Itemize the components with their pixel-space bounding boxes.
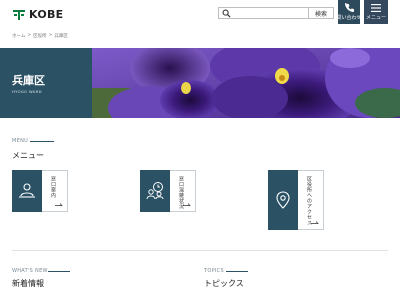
search-button[interactable]: 検索 bbox=[308, 7, 334, 19]
arrow-right-icon bbox=[55, 203, 63, 206]
arrow-right-icon bbox=[311, 221, 319, 224]
card-icon-box bbox=[12, 170, 42, 212]
breadcrumb-separator: > bbox=[48, 33, 53, 38]
news-section-title: 新着情報 bbox=[12, 279, 44, 288]
menu-section-rule bbox=[30, 141, 54, 142]
arrow-right-icon bbox=[183, 203, 191, 206]
hero-subtitle: HYOGO WARD bbox=[12, 89, 42, 94]
card-icon-box bbox=[268, 170, 298, 230]
card-body: 窓口案内 bbox=[42, 170, 68, 212]
search-icon bbox=[222, 9, 231, 18]
person-desk-icon bbox=[19, 183, 35, 198]
card-label: 窓口案内 bbox=[50, 176, 56, 198]
search-input[interactable] bbox=[233, 8, 305, 18]
map-pin-icon bbox=[276, 191, 290, 209]
topics-section-label-en: TOPICS bbox=[204, 268, 224, 274]
breadcrumb-separator: > bbox=[27, 33, 32, 38]
breadcrumb-current: 兵庫区 bbox=[54, 34, 68, 39]
card-body: 区役所へのアクセス bbox=[298, 170, 324, 230]
kobe-logo[interactable]: KOBE bbox=[12, 8, 63, 21]
breadcrumb: ホーム > 区役所 > 兵庫区 bbox=[12, 33, 68, 39]
news-section-label-en: WHAT'S NEW bbox=[12, 268, 48, 274]
menu-label: メニュー bbox=[365, 14, 386, 21]
card-icon-box bbox=[140, 170, 170, 212]
menu-section-title: メニュー bbox=[12, 151, 44, 160]
logo-text: KOBE bbox=[29, 8, 64, 21]
card-label: 区役所へのアクセス bbox=[306, 176, 312, 226]
contact-label: 問い合わせ bbox=[336, 15, 362, 21]
section-divider bbox=[12, 250, 388, 251]
hero-banner: 兵庫区 HYOGO WARD bbox=[0, 48, 400, 118]
breadcrumb-ward-offices[interactable]: 区役所 bbox=[33, 33, 47, 39]
contact-button[interactable]: 問い合わせ bbox=[336, 0, 362, 24]
topics-section-rule bbox=[226, 271, 248, 272]
hero-title-panel: 兵庫区 HYOGO WARD bbox=[0, 48, 92, 118]
menu-button[interactable]: メニュー bbox=[364, 0, 388, 24]
breadcrumb-home[interactable]: ホーム bbox=[12, 33, 25, 39]
hamburger-icon bbox=[371, 3, 381, 12]
menu-section-label-en: MENU bbox=[12, 138, 29, 144]
card-body: 窓口混雑状況 bbox=[170, 170, 196, 212]
kobe-logo-icon bbox=[13, 9, 25, 20]
news-section-rule bbox=[48, 271, 70, 272]
hero-title: 兵庫区 bbox=[12, 74, 45, 87]
site-header: KOBE 検索 問い合わせ メニュー bbox=[0, 0, 400, 28]
phone-icon bbox=[344, 3, 354, 12]
people-clock-icon bbox=[146, 182, 164, 200]
topics-section-title: トピックス bbox=[204, 279, 244, 288]
